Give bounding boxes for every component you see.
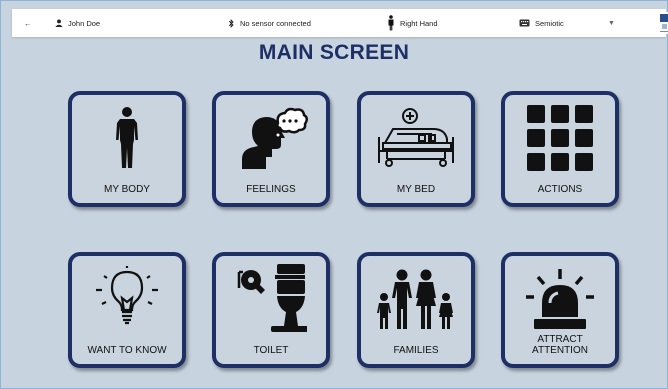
user-info[interactable]: John Doe [55,9,100,37]
user-icon [55,19,63,27]
tile-my-body[interactable]: MY BODY [68,91,186,207]
tile-label: TOILET [253,345,289,356]
user-name: John Doe [68,18,101,28]
tile-feelings[interactable]: FEELINGS [212,91,330,207]
hospital-bed-icon [378,108,454,167]
keyboard-icon [519,19,530,27]
person-icon [388,15,394,31]
family-icon [377,269,453,329]
hand-text: Right Hand [400,18,438,28]
chevron-down-icon[interactable]: ▼ [608,9,615,37]
toilet-icon [237,264,307,332]
back-button[interactable]: ← [24,9,32,37]
language-selector[interactable]: Semiotic [519,9,564,37]
tile-actions[interactable]: ACTIONS [501,91,619,207]
tile-want-to-know[interactable]: WANT TO KNOW [68,252,186,368]
bluetooth-icon [228,18,234,28]
alarm-light-icon [526,269,594,329]
light-bulb-icon [96,266,158,325]
arrow-left-icon: ← [24,18,32,28]
tile-label: MY BODY [104,184,150,195]
head-thought-bubble-icon [242,107,308,169]
tile-toilet[interactable]: TOILET [212,252,330,368]
sensor-status[interactable]: No sensor connected [228,9,311,37]
tile-label: MY BED [396,184,436,195]
human-body-icon [116,107,138,168]
top-bar: ← John Doe No sensor connected Right Han… [12,9,668,37]
tile-label: FAMILIES [393,345,439,356]
language-text: Semiotic [535,18,564,28]
tile-attract-attention[interactable]: ATTRACT ATTENTION [501,252,619,368]
page-title: MAIN SCREEN [258,41,410,64]
tile-label: ATTRACT ATTENTION [532,334,588,356]
tile-my-bed[interactable]: MY BED [357,91,475,207]
app-logo [657,12,668,34]
tile-families[interactable]: FAMILIES [357,252,475,368]
tile-label: ACTIONS [537,184,583,195]
tile-label: WANT TO KNOW [87,345,167,356]
grid-icon [527,105,593,171]
sensor-status-text: No sensor connected [240,18,311,28]
hand-selector[interactable]: Right Hand [387,9,438,37]
tile-label: FEELINGS [246,184,296,195]
